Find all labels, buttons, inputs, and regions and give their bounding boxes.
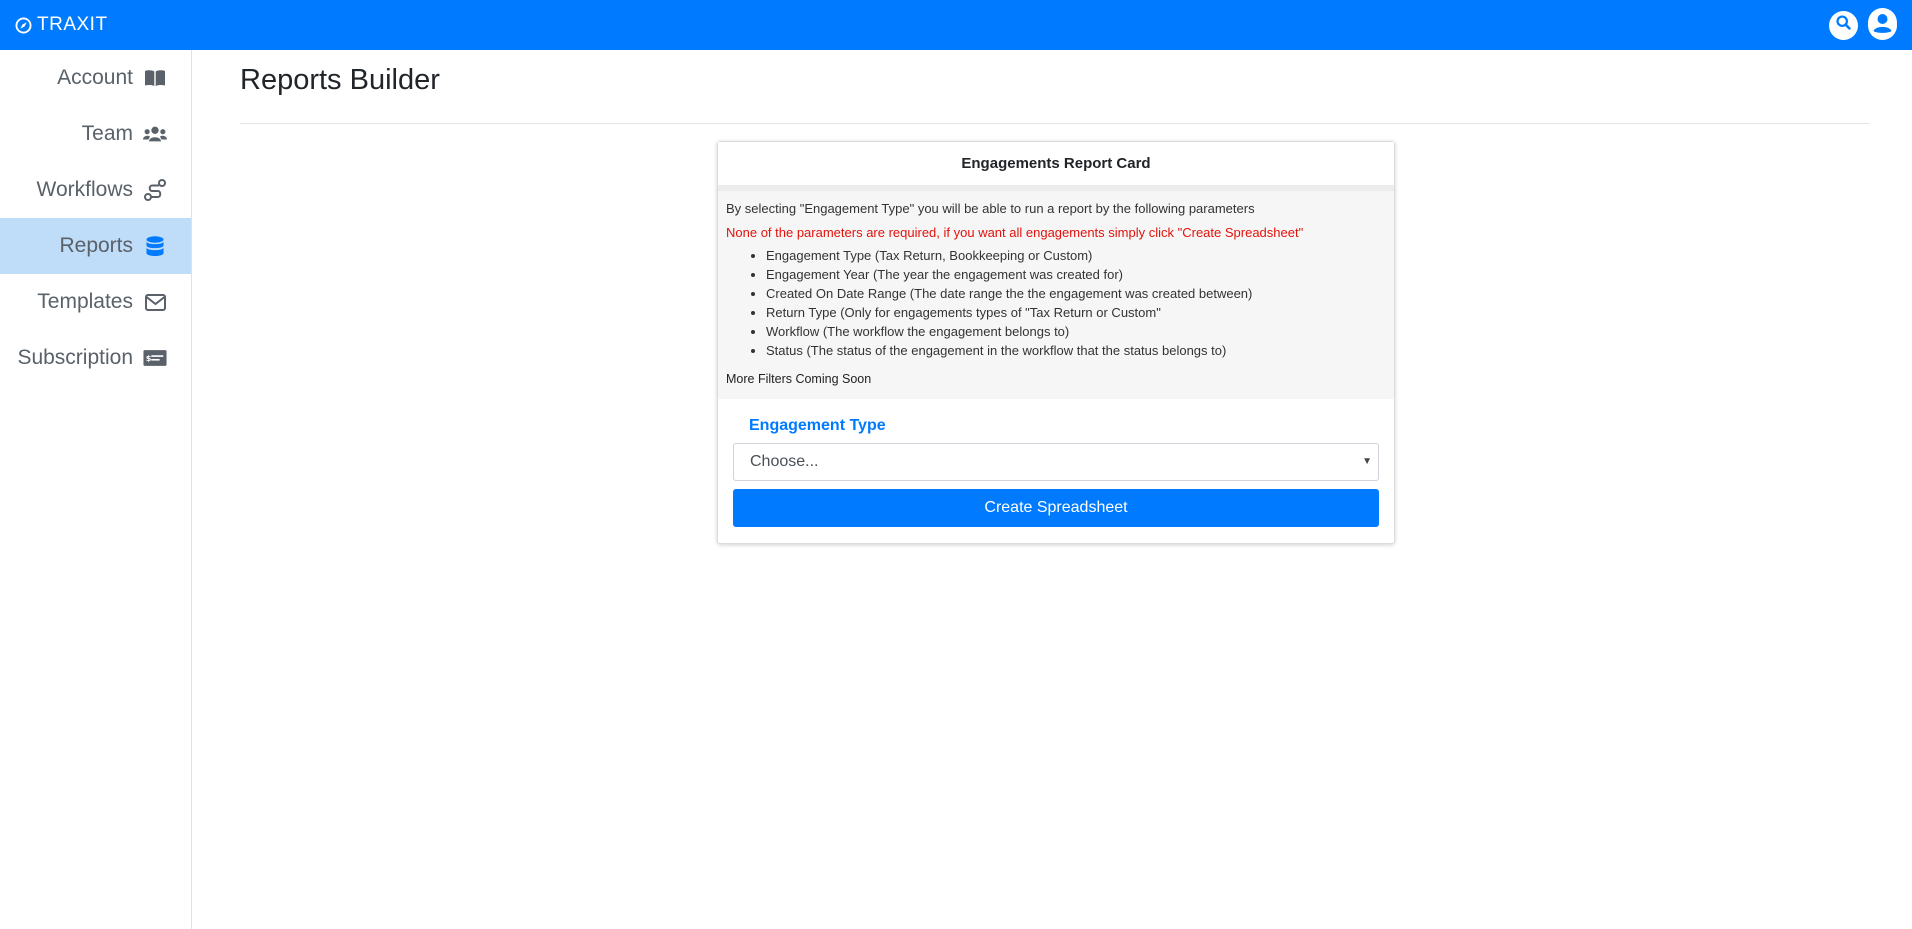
intro-text: By selecting "Engagement Type" you will … <box>726 201 1255 216</box>
sidebar-item-templates[interactable]: Templates <box>0 274 191 330</box>
list-item: Status (The status of the engagement in … <box>766 341 1386 360</box>
database-icon <box>143 235 167 257</box>
card-title: Engagements Report Card <box>718 142 1394 191</box>
engagements-report-card: Engagements Report Card By selecting "En… <box>717 141 1395 544</box>
route-icon <box>143 179 167 201</box>
envelope-icon <box>143 291 167 313</box>
sidebar-item-account[interactable]: Account <box>0 50 191 106</box>
sidebar-item-label: Templates <box>37 290 133 313</box>
card-form: Engagement Type Choose... ▼ Create Sprea… <box>718 399 1394 543</box>
sidebar-item-team[interactable]: Team <box>0 106 191 162</box>
sidebar-item-label: Account <box>57 66 133 89</box>
money-check-icon: $ <box>143 347 167 369</box>
list-item: Engagement Type (Tax Return, Bookkeeping… <box>766 246 1386 265</box>
engagement-type-label: Engagement Type <box>749 417 886 434</box>
sidebar-item-workflows[interactable]: Workflows <box>0 162 191 218</box>
select-value: Choose... <box>750 453 819 470</box>
book-open-icon <box>143 67 167 89</box>
search-icon <box>1835 14 1852 36</box>
chevron-down-icon: ▼ <box>1362 456 1372 467</box>
sidebar: Account Team Workflows Reports Templates… <box>0 50 192 929</box>
brand-logo[interactable]: TRAXIT <box>15 14 108 36</box>
svg-text:$: $ <box>146 353 152 363</box>
sidebar-item-label: Workflows <box>36 178 133 201</box>
page-title: Reports Builder <box>240 64 440 96</box>
sidebar-item-label: Subscription <box>17 346 133 369</box>
sidebar-item-reports[interactable]: Reports <box>0 218 191 274</box>
list-item: Workflow (The workflow the engagement be… <box>766 322 1386 341</box>
sidebar-item-subscription[interactable]: Subscription $ <box>0 330 191 386</box>
list-item: Engagement Year (The year the engagement… <box>766 265 1386 284</box>
more-filters-note: More Filters Coming Soon <box>726 372 872 386</box>
parameter-list: Engagement Type (Tax Return, Bookkeeping… <box>726 246 1386 360</box>
sidebar-item-label: Team <box>81 122 133 145</box>
list-item: Created On Date Range (The date range th… <box>766 284 1386 303</box>
main-content: Reports Builder Engagements Report Card … <box>193 50 1912 929</box>
search-button[interactable] <box>1829 10 1858 40</box>
list-item: Return Type (Only for engagements types … <box>766 303 1386 322</box>
sidebar-item-label: Reports <box>59 234 133 257</box>
users-icon <box>143 123 167 145</box>
card-info-panel: By selecting "Engagement Type" you will … <box>718 191 1394 399</box>
warning-text: None of the parameters are required, if … <box>726 225 1304 240</box>
title-divider <box>240 123 1870 124</box>
top-navbar: TRAXIT <box>0 0 1912 50</box>
engagement-type-select[interactable]: Choose... ▼ <box>733 443 1379 481</box>
user-circle-icon <box>1868 8 1897 42</box>
brand-name: TRAXIT <box>37 14 108 35</box>
user-menu-button[interactable] <box>1868 8 1897 42</box>
compass-icon <box>15 17 32 34</box>
create-spreadsheet-button[interactable]: Create Spreadsheet <box>733 489 1379 527</box>
